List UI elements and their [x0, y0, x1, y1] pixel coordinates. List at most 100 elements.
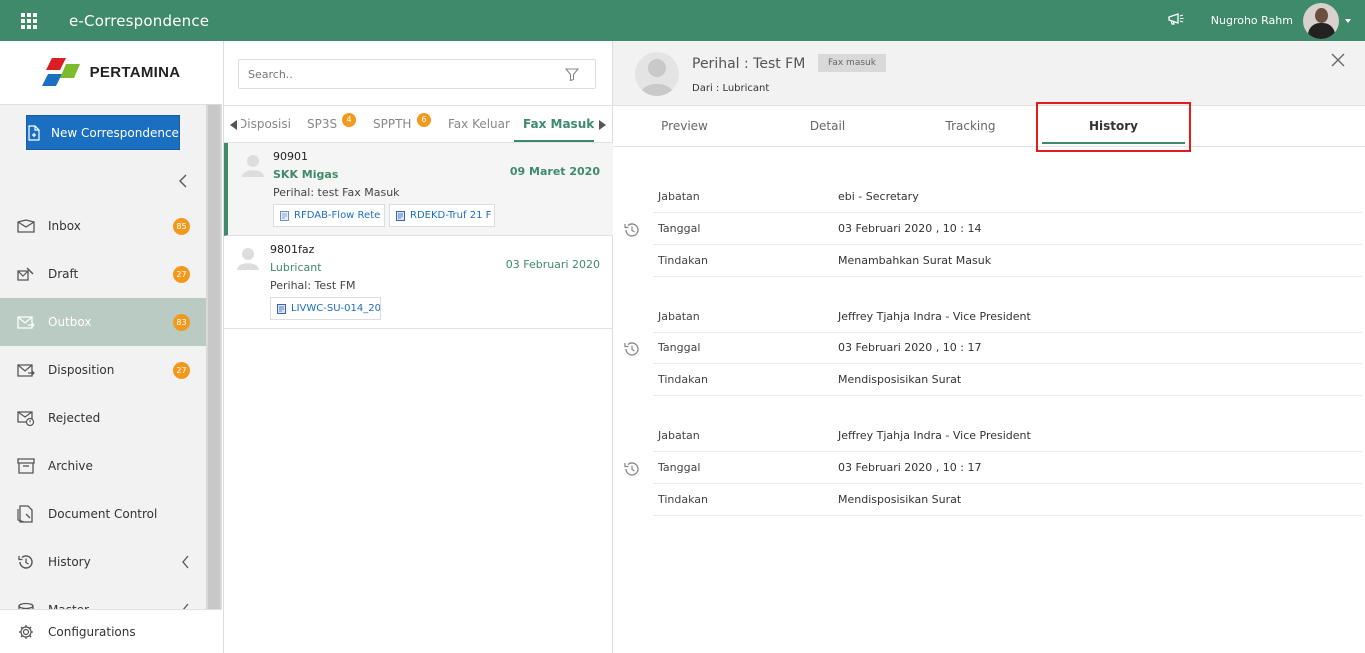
document-icon — [280, 210, 289, 221]
disposition-count-badge: 27 — [173, 362, 190, 379]
new-correspondence-button[interactable]: New Correspondence — [26, 115, 180, 150]
inbox-icon — [16, 216, 36, 236]
sender-avatar-icon — [236, 246, 260, 270]
new-correspondence-label: New Correspondence — [51, 125, 179, 140]
disposition-icon — [16, 360, 36, 380]
megaphone-icon[interactable] — [1167, 12, 1185, 29]
sidebar-nav: Inbox 85 Draft 27 Outbox 83 Disposition … — [0, 202, 206, 634]
attachment-chip[interactable]: RDEKD-Truf 21 F — [389, 204, 495, 227]
document-type-chip: Fax masuk — [818, 54, 886, 72]
history-row-tindakan: Tindakan Mendisposisikan Surat — [653, 364, 1362, 396]
tab-detail[interactable]: Detail — [756, 106, 899, 146]
history-label: Tanggal — [658, 461, 701, 474]
history-tab-highlight — [1036, 102, 1191, 152]
detail-subject-title: Perihal : Test FM — [692, 56, 806, 72]
list-item[interactable]: 9801faz Lubricant 03 Februari 2020 Perih… — [224, 236, 613, 329]
message-sender: Lubricant — [270, 261, 322, 274]
tab-preview[interactable]: Preview — [613, 106, 756, 146]
history-expand-chevron-icon[interactable] — [182, 555, 190, 572]
tabs-viewport: Disposisi SP3S 4 SPPTH 6 Fax Keluar Fax … — [241, 106, 594, 142]
user-name[interactable]: Nugroho Rahm — [1211, 14, 1293, 27]
pertamina-logo-icon — [41, 57, 80, 86]
history-icon — [623, 340, 641, 361]
sidebar-item-document-control[interactable]: Document Control — [0, 490, 206, 538]
sidebar-item-inbox[interactable]: Inbox 85 — [0, 202, 206, 250]
sidebar-scroll-thumb[interactable] — [208, 105, 220, 610]
search-box[interactable] — [238, 59, 596, 89]
history-row-tanggal: Tanggal 03 Februari 2020 , 10 : 14 — [653, 213, 1362, 245]
detail-pane: Perihal : Test FM Fax masuk Dari : Lubri… — [613, 41, 1365, 653]
outbox-icon — [16, 312, 36, 332]
gear-icon — [18, 624, 34, 640]
message-subject: Perihal: Test FM — [270, 279, 356, 292]
list-item[interactable]: 90901 SKK Migas 09 Maret 2020 Perihal: t… — [224, 143, 613, 236]
history-icon — [623, 460, 641, 481]
message-id: 90901 — [273, 150, 308, 163]
history-row-jabatan: Jabatan Jeffrey Tjahja Indra - Vice Presi… — [653, 301, 1362, 333]
user-avatar[interactable] — [1303, 2, 1339, 39]
attachment-chip[interactable]: LIVWC-SU-014_20 — [270, 297, 381, 320]
sidebar-item-label: Outbox — [48, 315, 92, 329]
history-row-jabatan: Jabatan Jeffrey Tjahja Indra - Vice Presi… — [653, 420, 1362, 452]
tab-sppth[interactable]: SPPTH — [373, 106, 411, 142]
message-sender: SKK Migas — [273, 168, 339, 181]
sender-avatar-icon — [635, 52, 679, 96]
sidebar-item-rejected[interactable]: Rejected — [0, 394, 206, 442]
tab-sp3s[interactable]: SP3S — [307, 106, 337, 142]
new-document-icon — [28, 124, 40, 141]
history-icon — [16, 552, 36, 572]
history-row-tanggal: Tanggal 03 Februari 2020 , 10 : 17 — [653, 452, 1362, 484]
sidebar-item-label: Disposition — [48, 363, 115, 377]
filter-icon[interactable] — [564, 68, 580, 84]
sidebar-item-label: Document Control — [48, 507, 158, 521]
sidebar-item-history[interactable]: History — [0, 538, 206, 586]
tab-sppth-badge: 6 — [417, 113, 431, 127]
history-label: Jabatan — [658, 190, 700, 203]
history-label: Jabatan — [658, 310, 700, 323]
tab-fax-keluar[interactable]: Fax Keluar — [448, 106, 510, 142]
logo-text: PERTAMINA — [89, 64, 181, 81]
tabs-scroll-left-icon[interactable] — [230, 120, 237, 130]
collapse-sidebar-chevron-icon[interactable] — [178, 173, 188, 192]
inbox-count-badge: 85 — [173, 218, 190, 235]
sidebar-item-label: Draft — [48, 267, 79, 281]
apps-grid-icon[interactable] — [21, 12, 37, 29]
history-value: Jeffrey Tjahja Indra - Vice President — [838, 429, 1031, 442]
tab-tracking[interactable]: Tracking — [899, 106, 1042, 146]
sidebar-item-disposition[interactable]: Disposition 27 — [0, 346, 206, 394]
history-label: Tanggal — [658, 222, 701, 235]
draft-count-badge: 27 — [173, 266, 190, 283]
history-value: Mendisposisikan Surat — [838, 373, 962, 386]
sidebar-item-outbox[interactable]: Outbox 83 — [0, 298, 206, 346]
document-icon — [396, 210, 405, 221]
history-entry: Jabatan Jeffrey Tjahja Indra - Vice Presi… — [613, 301, 1365, 421]
history-value: 03 Februari 2020 , 10 : 17 — [838, 341, 982, 354]
history-label: Jabatan — [658, 429, 700, 442]
history-value: 03 Februari 2020 , 10 : 17 — [838, 461, 982, 474]
history-row-tindakan: Tindakan Menambahkan Surat Masuk — [653, 245, 1362, 277]
history-label: Tanggal — [658, 341, 701, 354]
document-control-icon — [16, 504, 36, 524]
sidebar-item-label: Rejected — [48, 411, 101, 425]
close-icon[interactable] — [1331, 53, 1345, 70]
sidebar: PERTAMINA New Correspondence Inbox 85 Dr… — [0, 41, 222, 653]
sidebar-item-draft[interactable]: Draft 27 — [0, 250, 206, 298]
attachment-chip[interactable]: RFDAB-Flow Rete — [273, 204, 385, 227]
tab-sp3s-badge: 4 — [342, 113, 356, 127]
sender-avatar-icon — [241, 153, 265, 177]
history-value: Mendisposisikan Surat — [838, 493, 962, 506]
tab-fax-masuk[interactable]: Fax Masuk — [514, 106, 594, 142]
sidebar-item-archive[interactable]: Archive — [0, 442, 206, 490]
tabs-scroll-right-icon[interactable] — [599, 120, 606, 130]
draft-icon — [16, 264, 36, 284]
history-value: Jeffrey Tjahja Indra - Vice President — [838, 310, 1031, 323]
search-input[interactable] — [248, 67, 548, 81]
rejected-icon — [16, 408, 36, 428]
history-value: Menambahkan Surat Masuk — [838, 254, 992, 267]
user-menu-caret-icon[interactable] — [1345, 18, 1351, 23]
configurations-item[interactable]: Configurations — [0, 609, 222, 653]
tab-disposisi[interactable]: Disposisi — [241, 106, 291, 142]
top-bar: e-Correspondence Nugroho Rahm — [0, 0, 1365, 41]
history-icon — [623, 221, 641, 242]
history-row-tanggal: Tanggal 03 Februari 2020 , 10 : 17 — [653, 332, 1362, 364]
